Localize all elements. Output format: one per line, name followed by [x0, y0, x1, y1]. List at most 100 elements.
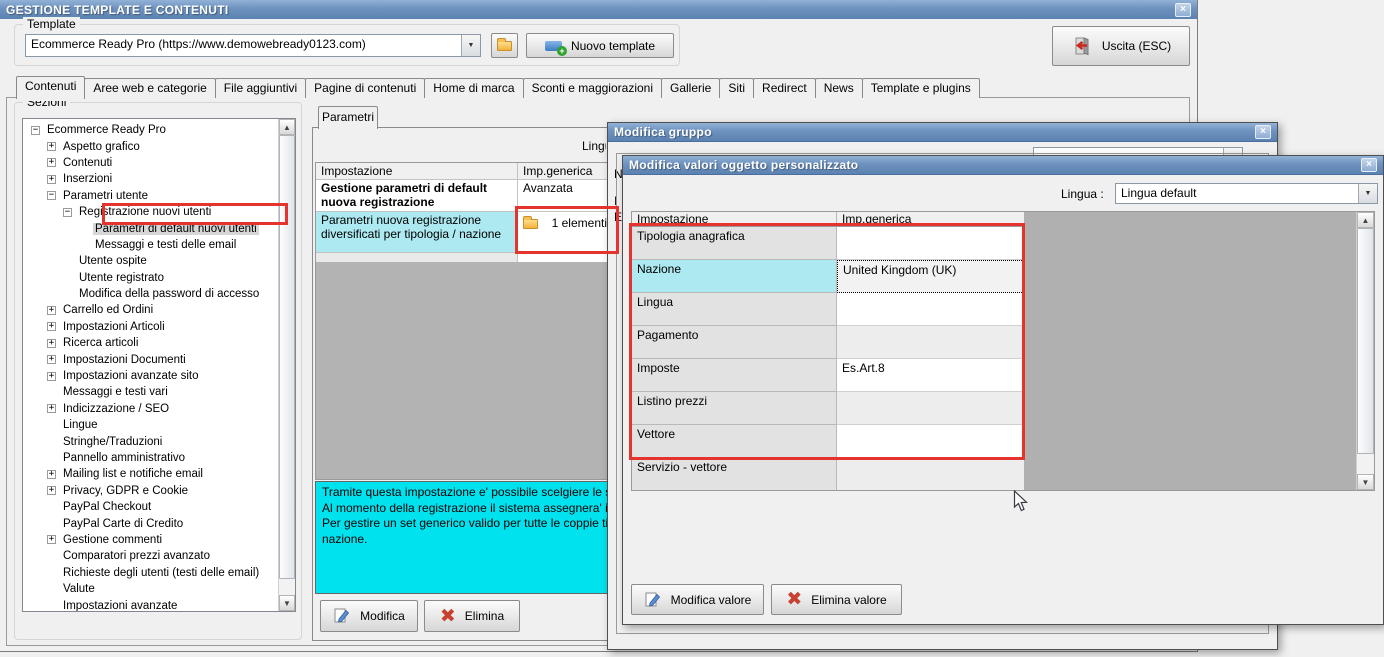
tab-parametri[interactable]: Parametri	[318, 106, 378, 129]
expand-icon[interactable]: +	[47, 158, 56, 168]
new-template-button[interactable]: Nuovo template	[526, 33, 674, 58]
tab-redirect[interactable]: Redirect	[753, 78, 816, 98]
values-row-listino-prezzi[interactable]: Listino prezzi	[632, 392, 1024, 425]
tree-item-contenuti[interactable]: + Contenuti	[25, 155, 277, 171]
tree-item-comparatori-prezzi-avanzato[interactable]: Comparatori prezzi avanzato	[25, 548, 277, 564]
tree-item-messaggi-e-testi-delle-email[interactable]: Messaggi e testi delle email	[25, 237, 277, 253]
expand-icon[interactable]: +	[47, 338, 56, 348]
tab-gallerie[interactable]: Gallerie	[661, 78, 721, 98]
main-close-icon[interactable]: ×	[1175, 2, 1191, 17]
tree-item-ecommerce-ready-pro[interactable]: − Ecommerce Ready Pro	[25, 122, 277, 138]
tree-scrollbar-thumb[interactable]	[279, 135, 295, 579]
tab-news[interactable]: News	[814, 78, 863, 98]
values-row-servizio-vettore[interactable]: Servizio - vettore	[632, 458, 1024, 490]
tree-item-mailing-list-e-notifiche-email[interactable]: + Mailing list e notifiche email	[25, 466, 277, 482]
tree-item-stringhe-traduzioni[interactable]: Stringhe/Traduzioni	[25, 433, 277, 449]
expand-icon[interactable]: +	[47, 142, 56, 152]
param-row-name[interactable]: Parametri nuova registrazione diversific…	[316, 212, 518, 252]
values-row-imposte[interactable]: Imposte Es.Art.8	[632, 359, 1024, 392]
tree-item-impostazioni-avanzate[interactable]: Impostazioni avanzate	[25, 597, 277, 611]
tab-home-di-marca[interactable]: Home di marca	[424, 78, 524, 98]
values-scroll-up-icon[interactable]: ▲	[1357, 212, 1374, 228]
expand-icon[interactable]: +	[47, 322, 56, 332]
values-row-value[interactable]	[837, 458, 1024, 490]
collapse-icon[interactable]: −	[47, 191, 56, 201]
expand-icon[interactable]: +	[47, 355, 56, 365]
tree-scrollbar[interactable]: ▲ ▼	[278, 119, 295, 611]
expand-icon[interactable]: +	[47, 535, 56, 545]
values-row-pagamento[interactable]: Pagamento	[632, 326, 1024, 359]
delete-value-button[interactable]: ✖ Elimina valore	[771, 584, 902, 615]
tree-item-pannello-amministrativo[interactable]: Pannello amministrativo	[25, 450, 277, 466]
tree-item-parametri-utente[interactable]: − Parametri utente	[25, 188, 277, 204]
values-row-name[interactable]: Listino prezzi	[632, 392, 837, 425]
values-row-value[interactable]: United Kingdom (UK)	[837, 260, 1024, 293]
values-table-scrollbar[interactable]: ▲ ▼	[1356, 212, 1374, 490]
tree-scroll-up-icon[interactable]: ▲	[279, 119, 295, 135]
tab-siti[interactable]: Siti	[719, 78, 755, 98]
tab-file-aggiuntivi[interactable]: File aggiuntivi	[214, 78, 307, 98]
tree-item-aspetto-grafico[interactable]: + Aspetto grafico	[25, 138, 277, 154]
param-row-value[interactable]: Avanzata	[518, 180, 612, 211]
values-row-nazione[interactable]: Nazione United Kingdom (UK)	[632, 260, 1024, 293]
tree-item-paypal-carte-di-credito[interactable]: PayPal Carte di Credito	[25, 515, 277, 531]
modify-button[interactable]: Modifica	[320, 600, 418, 632]
tree-item-gestione-commenti[interactable]: + Gestione commenti	[25, 532, 277, 548]
values-row-value[interactable]	[837, 227, 1024, 260]
exit-button[interactable]: Uscita (ESC)	[1052, 26, 1190, 66]
tree-item-privacy-gdpr-e-cookie[interactable]: + Privacy, GDPR e Cookie	[25, 483, 277, 499]
values-row-name[interactable]: Tipologia anagrafica	[632, 227, 837, 260]
tree-item-impostazioni-avanzate-sito[interactable]: + Impostazioni avanzate sito	[25, 368, 277, 384]
tree-item-registrazione-nuovi-utenti[interactable]: − Registrazione nuovi utenti	[25, 204, 277, 220]
tab-pagine-di-contenuti[interactable]: Pagine di contenuti	[305, 78, 426, 98]
tab-aree-web-e-categorie[interactable]: Aree web e categorie	[84, 78, 216, 98]
collapse-icon[interactable]: −	[31, 125, 40, 135]
template-combobox[interactable]: Ecommerce Ready Pro (https://www.demoweb…	[25, 34, 481, 57]
tree-item-inserzioni[interactable]: + Inserzioni	[25, 171, 277, 187]
values-row-value[interactable]	[837, 293, 1024, 326]
tab-template-e-plugins[interactable]: Template e plugins	[861, 78, 980, 98]
expand-icon[interactable]: +	[47, 174, 56, 184]
tree-item-utente-ospite[interactable]: Utente ospite	[25, 253, 277, 269]
tab-sconti-e-maggiorazioni[interactable]: Sconti e maggiorazioni	[522, 78, 662, 98]
values-scrollbar-thumb[interactable]	[1357, 228, 1374, 454]
tree-item-paypal-checkout[interactable]: PayPal Checkout	[25, 499, 277, 515]
values-row-lingua[interactable]: Lingua	[632, 293, 1024, 326]
tree-item-messaggi-e-testi-vari[interactable]: Messaggi e testi vari	[25, 384, 277, 400]
tree-item-modifica-della-password-di-accesso[interactable]: Modifica della password di accesso	[25, 286, 277, 302]
param-row-value[interactable]: 1 elementi	[518, 212, 612, 252]
open-folder-button[interactable]	[491, 33, 518, 58]
values-row-name[interactable]: Nazione	[632, 260, 837, 293]
values-row-tipologia-anagrafica[interactable]: Tipologia anagrafica	[632, 227, 1024, 260]
values-row-name[interactable]: Pagamento	[632, 326, 837, 359]
tree-item-impostazioni-articoli[interactable]: + Impostazioni Articoli	[25, 319, 277, 335]
values-scroll-down-icon[interactable]: ▼	[1357, 474, 1374, 490]
values-row-value[interactable]	[837, 425, 1024, 458]
tree-item-parametri-di-default-nuovi-utenti[interactable]: Parametri di default nuovi utenti	[25, 220, 277, 236]
modify-value-button[interactable]: Modifica valore	[631, 584, 764, 615]
expand-icon[interactable]: +	[47, 486, 56, 496]
dialog-gruppo-close-icon[interactable]: ×	[1255, 125, 1271, 139]
template-combobox-arrow-icon[interactable]: ▼	[461, 35, 480, 56]
expand-icon[interactable]: +	[47, 305, 56, 315]
values-row-name[interactable]: Imposte	[632, 359, 837, 392]
param-row-name[interactable]: Gestione parametri di default nuova regi…	[316, 180, 518, 211]
tree-item-richieste-degli-utenti-testi-delle-email[interactable]: Richieste degli utenti (testi delle emai…	[25, 565, 277, 581]
tree-scroll-down-icon[interactable]: ▼	[279, 595, 295, 611]
values-row-value[interactable]	[837, 392, 1024, 425]
tree-item-ricerca-articoli[interactable]: + Ricerca articoli	[25, 335, 277, 351]
tree-item-lingue[interactable]: Lingue	[25, 417, 277, 433]
lingua-combobox[interactable]: Lingua default ▼	[1115, 183, 1378, 204]
tree-item-utente-registrato[interactable]: Utente registrato	[25, 270, 277, 286]
dialog-valori-close-icon[interactable]: ×	[1361, 158, 1377, 172]
collapse-icon[interactable]: −	[63, 207, 72, 217]
expand-icon[interactable]: +	[47, 404, 56, 414]
tab-contenuti[interactable]: Contenuti	[16, 76, 86, 99]
lingua-combobox-arrow-icon[interactable]: ▼	[1358, 184, 1377, 203]
values-row-name[interactable]: Lingua	[632, 293, 837, 326]
values-row-vettore[interactable]: Vettore	[632, 425, 1024, 458]
tree-item-valute[interactable]: Valute	[25, 581, 277, 597]
values-row-value[interactable]: Es.Art.8	[837, 359, 1024, 392]
expand-icon[interactable]: +	[47, 469, 56, 479]
values-row-value[interactable]	[837, 326, 1024, 359]
